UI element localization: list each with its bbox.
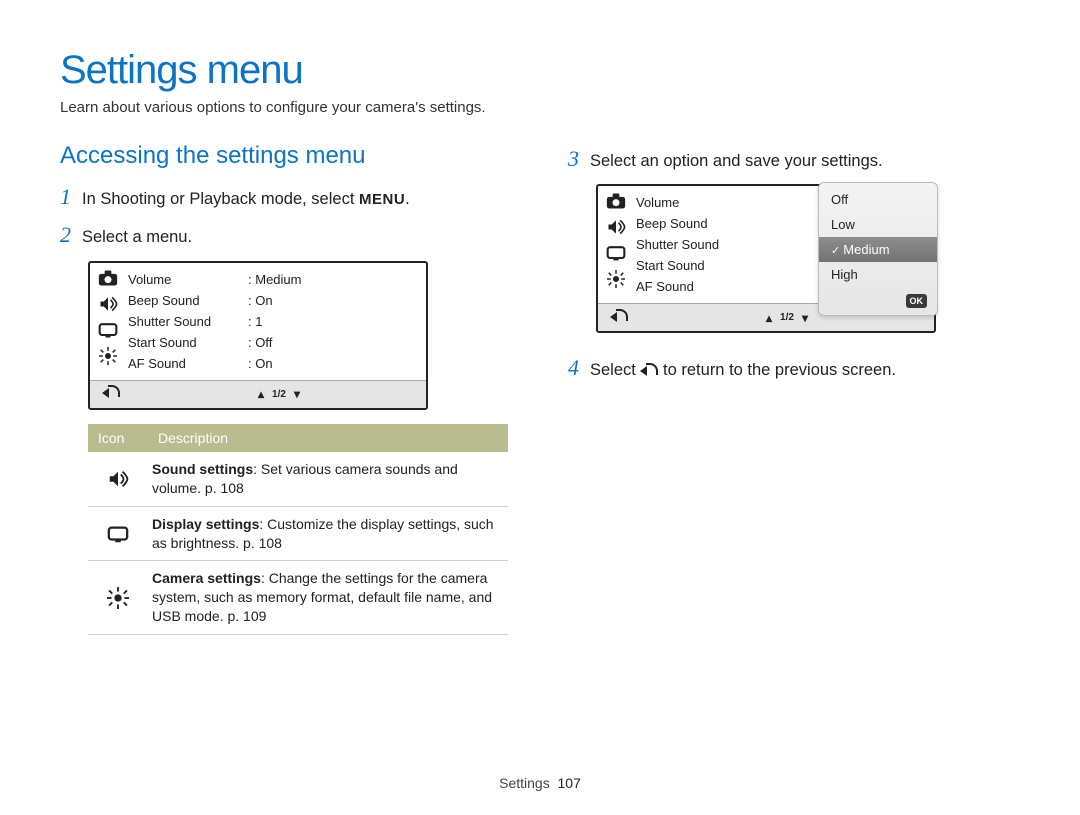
menu-icon: MENU (359, 190, 405, 210)
camera-icon (98, 269, 118, 287)
back-icon (598, 309, 640, 327)
page-footer: Settings 107 (0, 775, 1080, 791)
camera-tab-icons (598, 186, 634, 303)
left-column: Accessing the settings menu 1 In Shootin… (60, 142, 512, 635)
page-title: Settings menu (60, 48, 1020, 93)
step-4: 4 Select to return to the previous scree… (568, 355, 1020, 381)
step-text: In Shooting or Playback mode, select MEN… (82, 189, 512, 210)
section-title: Accessing the settings menu (60, 142, 512, 170)
down-arrow-icon: ▾ (802, 311, 808, 325)
camera-footer: ▴ 1/2 ▾ (90, 380, 426, 408)
option-item: Off (819, 187, 937, 212)
option-popover: Off Low Medium High OK (818, 182, 938, 316)
option-item-selected: Medium (819, 237, 937, 262)
back-icon (640, 363, 658, 377)
camera-screen-menu: VolumeMedium Beep SoundOn Shutter Sound1… (88, 261, 428, 410)
step-4-pre: Select (590, 361, 640, 379)
setting-row: VolumeMedium (128, 269, 426, 290)
page-indicator: 1/2 (272, 389, 286, 400)
right-column: 3 Select an option and save your setting… (568, 142, 1020, 635)
table-row: Camera settings: Change the settings for… (88, 561, 508, 635)
setting-row: Shutter Sound1 (128, 311, 426, 332)
step-number: 2 (60, 222, 82, 248)
setting-row: AF SoundOn (128, 353, 426, 374)
display-icon (98, 321, 118, 339)
camera-icon (606, 192, 626, 210)
sound-icon (606, 218, 626, 236)
step-number: 3 (568, 146, 590, 172)
camera-tab-icons (90, 263, 126, 380)
footer-page-number: 107 (558, 775, 581, 791)
step-1-pre: In Shooting or Playback mode, select (82, 190, 359, 208)
up-arrow-icon: ▴ (766, 311, 772, 325)
gear-icon (606, 270, 626, 288)
back-icon (90, 385, 132, 403)
gear-icon (98, 347, 118, 365)
page-indicator: 1/2 (780, 312, 794, 323)
footer-section: Settings (499, 775, 550, 791)
step-1: 1 In Shooting or Playback mode, select M… (60, 184, 512, 210)
page-description: Learn about various options to configure… (60, 99, 1020, 116)
display-icon (606, 244, 626, 262)
gear-icon (107, 587, 129, 609)
header-icon: Icon (88, 424, 148, 452)
step-number: 1 (60, 184, 82, 210)
step-1-post: . (405, 190, 410, 208)
camera-settings-list: VolumeMedium Beep SoundOn Shutter Sound1… (126, 263, 426, 380)
up-arrow-icon: ▴ (258, 387, 264, 401)
table-row: Display settings: Customize the display … (88, 507, 508, 562)
header-description: Description (148, 424, 508, 452)
setting-row: Beep SoundOn (128, 290, 426, 311)
down-arrow-icon: ▾ (294, 387, 300, 401)
icon-description-table: Icon Description Sound settings: Set var… (88, 424, 508, 635)
step-3: 3 Select an option and save your setting… (568, 146, 1020, 172)
step-4-post: to return to the previous screen. (658, 361, 896, 379)
step-text: Select to return to the previous screen. (590, 360, 1020, 381)
setting-row: Start SoundOff (128, 332, 426, 353)
display-icon (107, 524, 129, 544)
ok-button: OK (819, 287, 937, 311)
sound-icon (107, 469, 129, 489)
step-number: 4 (568, 355, 590, 381)
step-text: Select an option and save your settings. (590, 151, 1020, 172)
table-row: Sound settings: Set various camera sound… (88, 452, 508, 507)
option-item: Low (819, 212, 937, 237)
step-text: Select a menu. (82, 227, 512, 248)
option-item: High (819, 262, 937, 287)
sound-icon (98, 295, 118, 313)
step-2: 2 Select a menu. (60, 222, 512, 248)
table-header: Icon Description (88, 424, 508, 452)
